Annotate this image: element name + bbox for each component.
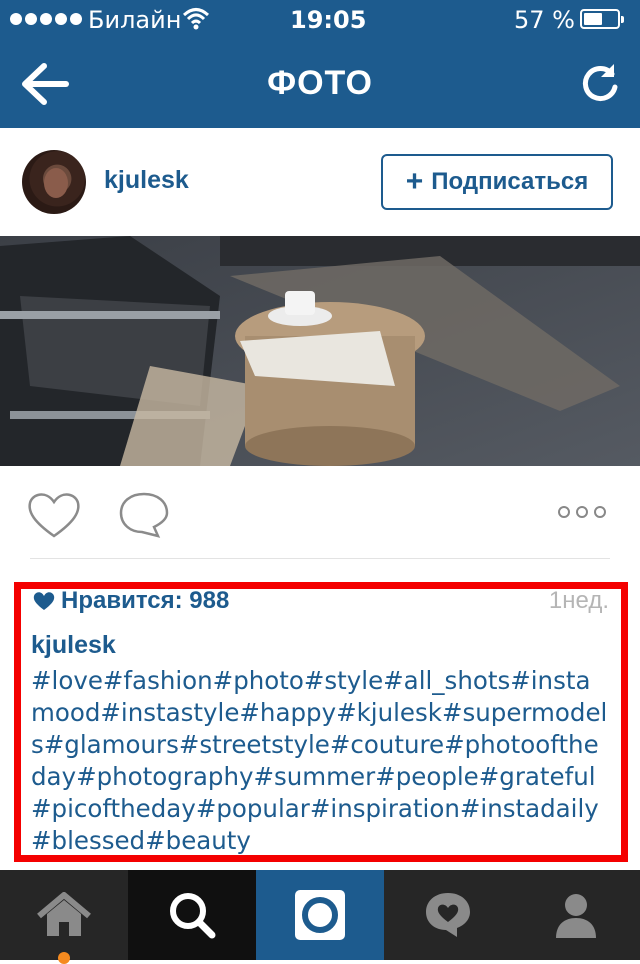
avatar[interactable] <box>22 150 86 214</box>
follow-button[interactable]: + Подписаться <box>381 154 613 210</box>
plus-icon: + <box>405 165 424 198</box>
tab-camera[interactable] <box>256 870 384 960</box>
follow-label: Подписаться <box>431 168 589 195</box>
tab-profile[interactable] <box>512 870 640 960</box>
caption-hashtags[interactable]: #love#fashion#photo#style#all_shots#inst… <box>31 665 611 855</box>
status-bar: Билайн 19:05 57 % <box>0 0 640 40</box>
dot-icon <box>558 506 570 518</box>
more-options-button[interactable] <box>558 506 610 522</box>
dot-icon <box>594 506 606 518</box>
page-title: ФОТО <box>267 64 373 102</box>
comment-bubble-icon <box>119 492 169 538</box>
tab-bar <box>0 870 640 964</box>
camera-icon <box>295 890 345 940</box>
search-icon <box>170 893 216 939</box>
battery-icon <box>580 9 624 29</box>
likes-count[interactable]: Нравится: 988 <box>33 587 230 615</box>
divider <box>30 558 610 559</box>
likes-label: Нравится: 988 <box>61 587 230 614</box>
post-actions <box>0 466 640 558</box>
home-icon <box>37 892 91 936</box>
post-header: kjulesk + Подписаться <box>0 128 640 236</box>
heart-filled-icon <box>33 592 55 610</box>
dot-icon <box>576 506 588 518</box>
caption-highlight-box: Нравится: 988 1нед. kjulesk #love#fashio… <box>14 582 628 862</box>
heart-bubble-icon <box>426 893 470 937</box>
nav-bar: ФОТО <box>0 40 640 128</box>
post-username[interactable]: kjulesk <box>104 166 189 195</box>
comment-button[interactable] <box>118 490 170 540</box>
refresh-icon <box>582 64 618 101</box>
tab-home[interactable] <box>0 870 128 964</box>
post-time: 1нед. <box>548 587 609 614</box>
tab-activity[interactable] <box>384 870 512 960</box>
like-button[interactable] <box>26 490 82 540</box>
post-photo[interactable] <box>0 236 640 466</box>
active-tab-indicator <box>58 952 70 964</box>
wifi-icon <box>182 6 210 36</box>
tab-search[interactable] <box>128 870 256 960</box>
caption-username[interactable]: kjulesk <box>31 631 116 660</box>
carrier-name: Билайн <box>88 6 182 34</box>
signal-strength-icon <box>10 13 82 25</box>
heart-outline-icon <box>28 493 80 538</box>
profile-icon <box>556 894 596 938</box>
photo-illustration <box>0 236 640 466</box>
battery-percent: 57 % <box>514 6 575 34</box>
refresh-button[interactable] <box>578 62 622 106</box>
clock: 19:05 <box>290 6 367 34</box>
